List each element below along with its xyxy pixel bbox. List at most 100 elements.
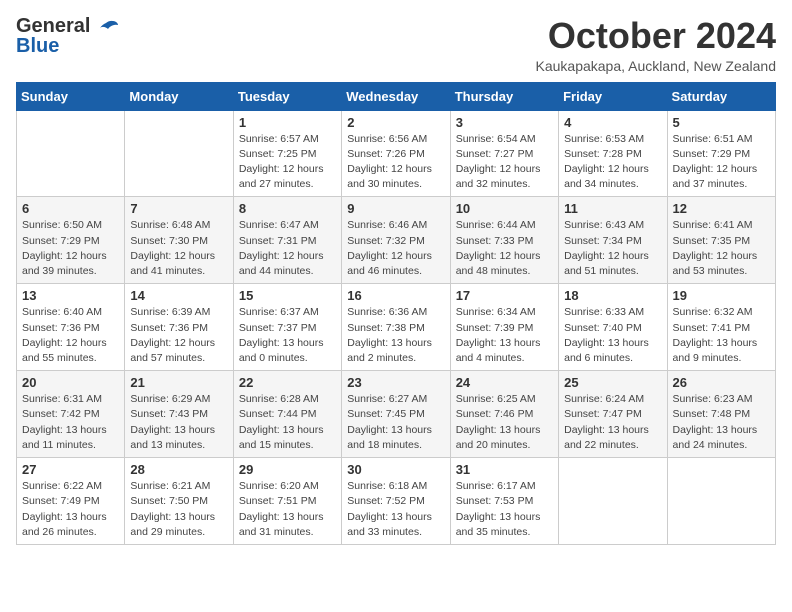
calendar-cell: 19Sunrise: 6:32 AM Sunset: 7:41 PM Dayli… bbox=[667, 284, 775, 371]
day-number: 31 bbox=[456, 462, 553, 477]
weekday-header: Monday bbox=[125, 82, 233, 110]
day-info: Sunrise: 6:37 AM Sunset: 7:37 PM Dayligh… bbox=[239, 305, 336, 366]
location-subtitle: Kaukapakapa, Auckland, New Zealand bbox=[536, 58, 777, 74]
calendar-cell: 21Sunrise: 6:29 AM Sunset: 7:43 PM Dayli… bbox=[125, 371, 233, 458]
day-number: 30 bbox=[347, 462, 444, 477]
calendar-cell: 27 Sunrise: 6:22 AM Sunset: 7:49 PM Dayli… bbox=[17, 458, 125, 545]
calendar-cell: 4 Sunrise: 6:53 AM Sunset: 7:28 PM Daylig… bbox=[559, 110, 667, 197]
day-info: Sunrise: 6:25 AM Sunset: 7:46 PM Dayligh… bbox=[456, 392, 553, 453]
calendar-cell: 12 Sunrise: 6:41 AM Sunset: 7:35 PM Dayli… bbox=[667, 197, 775, 284]
calendar-cell: 22 Sunrise: 6:28 AM Sunset: 7:44 PM Dayli… bbox=[233, 371, 341, 458]
calendar-cell: 3 Sunrise: 6:54 AM Sunset: 7:27 PM Daylig… bbox=[450, 110, 558, 197]
day-info: Sunrise: 6:50 AM Sunset: 7:29 PM Dayligh… bbox=[22, 218, 119, 279]
day-info: Sunrise: 6:17 AM Sunset: 7:53 PM Dayligh… bbox=[456, 479, 553, 540]
day-info: Sunrise: 6:32 AM Sunset: 7:41 PM Dayligh… bbox=[673, 305, 770, 366]
day-number: 1 bbox=[239, 115, 336, 130]
weekday-header: Saturday bbox=[667, 82, 775, 110]
day-info: Sunrise: 6:44 AM Sunset: 7:33 PM Dayligh… bbox=[456, 218, 553, 279]
day-info: Sunrise: 6:28 AM Sunset: 7:44 PM Dayligh… bbox=[239, 392, 336, 453]
weekday-header: Thursday bbox=[450, 82, 558, 110]
day-number: 28 bbox=[130, 462, 227, 477]
day-info: Sunrise: 6:33 AM Sunset: 7:40 PM Dayligh… bbox=[564, 305, 661, 366]
day-number: 4 bbox=[564, 115, 661, 130]
day-number: 16 bbox=[347, 288, 444, 303]
calendar-cell: 23 Sunrise: 6:27 AM Sunset: 7:45 PM Dayli… bbox=[342, 371, 450, 458]
day-info: Sunrise: 6:47 AM Sunset: 7:31 PM Dayligh… bbox=[239, 218, 336, 279]
calendar-cell: 13 Sunrise: 6:40 AM Sunset: 7:36 PM Dayli… bbox=[17, 284, 125, 371]
day-info: Sunrise: 6:27 AM Sunset: 7:45 PM Dayligh… bbox=[347, 392, 444, 453]
day-number: 24 bbox=[456, 375, 553, 390]
weekday-header: Wednesday bbox=[342, 82, 450, 110]
day-number: 3 bbox=[456, 115, 553, 130]
calendar-cell: 9 Sunrise: 6:46 AM Sunset: 7:32 PM Daylig… bbox=[342, 197, 450, 284]
day-info: Sunrise: 6:54 AM Sunset: 7:27 PM Dayligh… bbox=[456, 132, 553, 193]
day-number: 21 bbox=[130, 375, 227, 390]
day-info: Sunrise: 6:39 AM Sunset: 7:36 PM Dayligh… bbox=[130, 305, 227, 366]
calendar-cell: 28 Sunrise: 6:21 AM Sunset: 7:50 PM Dayli… bbox=[125, 458, 233, 545]
calendar-cell: 17 Sunrise: 6:34 AM Sunset: 7:39 PM Dayli… bbox=[450, 284, 558, 371]
logo-blue: Blue bbox=[16, 36, 90, 56]
day-info: Sunrise: 6:57 AM Sunset: 7:25 PM Dayligh… bbox=[239, 132, 336, 193]
calendar-cell: 15 Sunrise: 6:37 AM Sunset: 7:37 PM Dayli… bbox=[233, 284, 341, 371]
calendar-cell: 14Sunrise: 6:39 AM Sunset: 7:36 PM Dayli… bbox=[125, 284, 233, 371]
day-info: Sunrise: 6:48 AM Sunset: 7:30 PM Dayligh… bbox=[130, 218, 227, 279]
calendar-cell: 1 Sunrise: 6:57 AM Sunset: 7:25 PM Daylig… bbox=[233, 110, 341, 197]
day-number: 29 bbox=[239, 462, 336, 477]
day-info: Sunrise: 6:34 AM Sunset: 7:39 PM Dayligh… bbox=[456, 305, 553, 366]
day-info: Sunrise: 6:40 AM Sunset: 7:36 PM Dayligh… bbox=[22, 305, 119, 366]
calendar-cell: 31 Sunrise: 6:17 AM Sunset: 7:53 PM Dayli… bbox=[450, 458, 558, 545]
day-number: 6 bbox=[22, 201, 119, 216]
calendar-cell: 2Sunrise: 6:56 AM Sunset: 7:26 PM Daylig… bbox=[342, 110, 450, 197]
day-info: Sunrise: 6:43 AM Sunset: 7:34 PM Dayligh… bbox=[564, 218, 661, 279]
day-number: 22 bbox=[239, 375, 336, 390]
day-number: 11 bbox=[564, 201, 661, 216]
day-number: 17 bbox=[456, 288, 553, 303]
calendar-table: SundayMondayTuesdayWednesdayThursdayFrid… bbox=[16, 82, 776, 545]
calendar-cell: 26Sunrise: 6:23 AM Sunset: 7:48 PM Dayli… bbox=[667, 371, 775, 458]
calendar-cell: 10 Sunrise: 6:44 AM Sunset: 7:33 PM Dayli… bbox=[450, 197, 558, 284]
day-number: 15 bbox=[239, 288, 336, 303]
calendar-cell: 20Sunrise: 6:31 AM Sunset: 7:42 PM Dayli… bbox=[17, 371, 125, 458]
calendar-cell: 18 Sunrise: 6:33 AM Sunset: 7:40 PM Dayli… bbox=[559, 284, 667, 371]
day-number: 18 bbox=[564, 288, 661, 303]
day-number: 27 bbox=[22, 462, 119, 477]
weekday-header: Tuesday bbox=[233, 82, 341, 110]
calendar-cell bbox=[125, 110, 233, 197]
day-info: Sunrise: 6:41 AM Sunset: 7:35 PM Dayligh… bbox=[673, 218, 770, 279]
day-number: 5 bbox=[673, 115, 770, 130]
calendar-cell bbox=[559, 458, 667, 545]
calendar-cell: 5Sunrise: 6:51 AM Sunset: 7:29 PM Daylig… bbox=[667, 110, 775, 197]
day-number: 25 bbox=[564, 375, 661, 390]
day-info: Sunrise: 6:22 AM Sunset: 7:49 PM Dayligh… bbox=[22, 479, 119, 540]
day-info: Sunrise: 6:36 AM Sunset: 7:38 PM Dayligh… bbox=[347, 305, 444, 366]
day-number: 12 bbox=[673, 201, 770, 216]
day-number: 26 bbox=[673, 375, 770, 390]
calendar-cell: 8Sunrise: 6:47 AM Sunset: 7:31 PM Daylig… bbox=[233, 197, 341, 284]
calendar-cell: 11 Sunrise: 6:43 AM Sunset: 7:34 PM Dayli… bbox=[559, 197, 667, 284]
calendar-cell: 24 Sunrise: 6:25 AM Sunset: 7:46 PM Dayli… bbox=[450, 371, 558, 458]
title-section: October 2024 Kaukapakapa, Auckland, New … bbox=[536, 16, 777, 74]
day-info: Sunrise: 6:24 AM Sunset: 7:47 PM Dayligh… bbox=[564, 392, 661, 453]
calendar-cell: 7 Sunrise: 6:48 AM Sunset: 7:30 PM Daylig… bbox=[125, 197, 233, 284]
logo-bird-icon bbox=[92, 17, 120, 45]
day-number: 20 bbox=[22, 375, 119, 390]
weekday-header: Friday bbox=[559, 82, 667, 110]
day-info: Sunrise: 6:20 AM Sunset: 7:51 PM Dayligh… bbox=[239, 479, 336, 540]
month-title: October 2024 bbox=[536, 16, 777, 56]
calendar-cell bbox=[667, 458, 775, 545]
calendar-cell bbox=[17, 110, 125, 197]
day-number: 13 bbox=[22, 288, 119, 303]
day-info: Sunrise: 6:53 AM Sunset: 7:28 PM Dayligh… bbox=[564, 132, 661, 193]
day-number: 23 bbox=[347, 375, 444, 390]
day-number: 9 bbox=[347, 201, 444, 216]
day-info: Sunrise: 6:46 AM Sunset: 7:32 PM Dayligh… bbox=[347, 218, 444, 279]
calendar-cell: 6 Sunrise: 6:50 AM Sunset: 7:29 PM Daylig… bbox=[17, 197, 125, 284]
logo-general: General bbox=[16, 16, 90, 36]
calendar-cell: 30Sunrise: 6:18 AM Sunset: 7:52 PM Dayli… bbox=[342, 458, 450, 545]
day-info: Sunrise: 6:21 AM Sunset: 7:50 PM Dayligh… bbox=[130, 479, 227, 540]
day-number: 10 bbox=[456, 201, 553, 216]
weekday-header: Sunday bbox=[17, 82, 125, 110]
calendar-cell: 29 Sunrise: 6:20 AM Sunset: 7:51 PM Dayli… bbox=[233, 458, 341, 545]
calendar-cell: 16 Sunrise: 6:36 AM Sunset: 7:38 PM Dayli… bbox=[342, 284, 450, 371]
day-number: 7 bbox=[130, 201, 227, 216]
